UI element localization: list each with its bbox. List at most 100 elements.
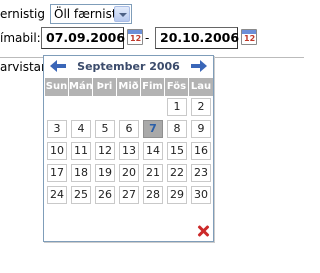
calendar-week-row: 12 [45,96,213,118]
calendar-week-row: 24 25 26 27 28 29 30 [45,184,213,206]
calendar-cell: 11 [69,140,93,162]
calendar-day[interactable]: 12 [95,142,115,160]
calendar-cell [69,96,93,118]
weekday-sat: Lau [189,78,213,96]
calendar-day[interactable]: 21 [143,164,163,182]
chevron-down-icon[interactable] [114,6,130,22]
calendar-cell [141,96,165,118]
calendar-icon-from[interactable]: 12 [127,29,143,45]
calendar-day[interactable]: 14 [143,142,163,160]
calendar-day[interactable]: 24 [47,186,67,204]
skill-level-select[interactable]: Öll færnistig [50,4,132,24]
date-separator: - [145,31,150,45]
calendar-icon-to[interactable]: 12 [241,29,257,45]
calendar-cell: 18 [69,162,93,184]
calendar-cell: 9 [189,118,213,140]
calendar-day[interactable]: 7 [143,120,163,138]
calendar-day[interactable]: 1 [167,98,187,116]
calendar-day[interactable]: 4 [71,120,91,138]
calendar-cell: 12 [93,140,117,162]
calendar-empty-cell [71,98,91,116]
date-range-label: ímabil: [0,31,41,45]
calendar-cell: 24 [45,184,69,206]
calendar-cell [117,96,141,118]
calendar-day[interactable]: 18 [71,164,91,182]
calendar-cell: 8 [165,118,189,140]
calendar-day[interactable]: 19 [95,164,115,182]
calendar-day[interactable]: 16 [191,142,211,160]
calendar-day[interactable]: 23 [191,164,211,182]
calendar-day[interactable]: 10 [47,142,67,160]
date-from-input[interactable]: 07.09.2006 [41,27,125,49]
calendar-cell: 27 [117,184,141,206]
calendar-day[interactable]: 20 [119,164,139,182]
calendar-day[interactable]: 17 [47,164,67,182]
weekday-fri: Fös [165,78,189,96]
calendar-cell: 5 [93,118,117,140]
calendar-week-row: 10 11 12 13 14 15 16 [45,140,213,162]
calendar-grid: Sun Mán Þri Mið Fim Fös Lau 1 2 3 4 5 6 7 8 9 10 1… [45,78,213,206]
calendar-cell [93,96,117,118]
calendar-cell: 4 [69,118,93,140]
calendar-day[interactable]: 15 [167,142,187,160]
calendar-day[interactable]: 9 [191,120,211,138]
weekday-wed: Mið [117,78,141,96]
calendar-cell: 22 [165,162,189,184]
calendar-day[interactable]: 30 [191,186,211,204]
calendar-icon-number: 12 [130,34,142,43]
calendar-cell: 3 [45,118,69,140]
weekday-mon: Mán [69,78,93,96]
calendar-day[interactable]: 5 [95,120,115,138]
calendar-cell: 19 [93,162,117,184]
arrow-right-icon[interactable] [191,60,207,72]
calendar-cell: 21 [141,162,165,184]
weekday-header-row: Sun Mán Þri Mið Fim Fös Lau [45,78,213,96]
calendar-day[interactable]: 29 [167,186,187,204]
calendar-week-row: 3456789 [45,118,213,140]
calendar-day[interactable]: 2 [191,98,211,116]
calendar-cell: 13 [117,140,141,162]
filter-label: ernistig [0,7,45,21]
calendar-day[interactable]: 25 [71,186,91,204]
calendar-cell: 23 [189,162,213,184]
calendar-cell: 14 [141,140,165,162]
weekday-sun: Sun [45,78,69,96]
calendar-cell [45,96,69,118]
calendar-day[interactable]: 22 [167,164,187,182]
calendar-month-title: September 2006 [77,60,180,73]
date-to-input[interactable]: 20.10.2006 [155,27,239,49]
calendar-day[interactable]: 27 [119,186,139,204]
calendar-header: September 2006 [44,56,213,78]
calendar-cell: 7 [141,118,165,140]
calendar-cell: 28 [141,184,165,206]
calendar-cell: 20 [117,162,141,184]
calendar-day[interactable]: 3 [47,120,67,138]
calendar-cell: 2 [189,96,213,118]
calendar-day[interactable]: 26 [95,186,115,204]
calendar-empty-cell [47,98,67,116]
date-filter-panel: ernistig Öll færnistig ímabil: 07.09.200… [0,0,304,273]
weekday-thu: Fim [141,78,165,96]
calendar-empty-cell [95,98,115,116]
calendar-cell: 10 [45,140,69,162]
calendar-cell: 26 [93,184,117,206]
calendar-popup: September 2006 Sun Mán Þri Mið Fim Fös L… [43,55,214,242]
calendar-cell: 1 [165,96,189,118]
calendar-cell: 25 [69,184,93,206]
calendar-day[interactable]: 28 [143,186,163,204]
calendar-week-row: 17 18 19 20 21 22 23 [45,162,213,184]
calendar-empty-cell [143,98,163,116]
calendar-cell: 29 [165,184,189,206]
calendar-day[interactable]: 11 [71,142,91,160]
calendar-icon-number: 12 [244,34,256,43]
calendar-cell: 15 [165,140,189,162]
calendar-day[interactable]: 8 [167,120,187,138]
calendar-cell: 16 [189,140,213,162]
weekday-tue: Þri [93,78,117,96]
close-x-icon[interactable] [197,225,209,237]
third-label: arvistar [0,60,46,74]
calendar-cell: 30 [189,184,213,206]
calendar-day[interactable]: 13 [119,142,139,160]
calendar-cell: 6 [117,118,141,140]
calendar-day[interactable]: 6 [119,120,139,138]
